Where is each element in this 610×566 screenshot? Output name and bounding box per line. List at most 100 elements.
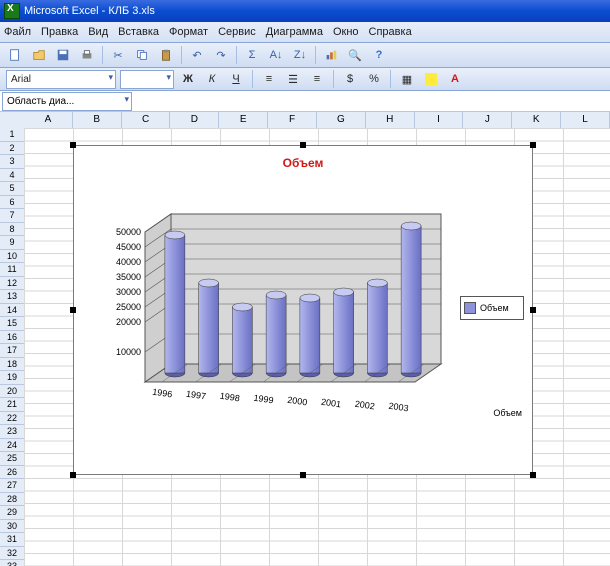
menu-chart[interactable]: Диаграмма xyxy=(266,26,323,38)
open-icon[interactable] xyxy=(28,44,50,66)
align-left-icon[interactable]: ≡ xyxy=(259,69,279,89)
redo-icon[interactable]: ↷ xyxy=(210,44,232,66)
chart-legend[interactable]: Объем xyxy=(460,296,524,320)
menu-view[interactable]: Вид xyxy=(88,26,108,38)
menu-tools[interactable]: Сервис xyxy=(218,26,256,38)
row-header[interactable]: 20 xyxy=(0,385,24,399)
resize-handle[interactable] xyxy=(530,307,536,313)
row-header[interactable]: 12 xyxy=(0,277,24,291)
row-header[interactable]: 17 xyxy=(0,344,24,358)
resize-handle[interactable] xyxy=(530,472,536,478)
bold-button[interactable]: Ж xyxy=(178,69,198,89)
row-header[interactable]: 13 xyxy=(0,290,24,304)
menu-edit[interactable]: Правка xyxy=(41,26,78,38)
row-header[interactable]: 30 xyxy=(0,520,24,534)
font-size-combo[interactable] xyxy=(120,70,174,89)
col-header[interactable]: E xyxy=(219,112,268,128)
row-header[interactable]: 6 xyxy=(0,196,24,210)
row-header[interactable]: 4 xyxy=(0,169,24,183)
row-header[interactable]: 11 xyxy=(0,263,24,277)
col-header[interactable]: B xyxy=(73,112,122,128)
font-combo[interactable]: Arial xyxy=(6,70,116,89)
resize-handle[interactable] xyxy=(70,142,76,148)
align-center-icon[interactable]: ☰ xyxy=(283,69,303,89)
fill-color-icon[interactable] xyxy=(421,69,441,89)
col-header[interactable]: H xyxy=(366,112,415,128)
menu-insert[interactable]: Вставка xyxy=(118,26,159,38)
cut-icon[interactable]: ✂ xyxy=(107,44,129,66)
menu-format[interactable]: Формат xyxy=(169,26,208,38)
row-header[interactable]: 25 xyxy=(0,452,24,466)
paste-icon[interactable] xyxy=(155,44,177,66)
row-header[interactable]: 3 xyxy=(0,155,24,169)
row-header[interactable]: 10 xyxy=(0,250,24,264)
undo-icon[interactable]: ↶ xyxy=(186,44,208,66)
row-header[interactable]: 29 xyxy=(0,506,24,520)
row-header[interactable]: 2 xyxy=(0,142,24,156)
menu-help[interactable]: Справка xyxy=(369,26,412,38)
resize-handle[interactable] xyxy=(70,307,76,313)
row-header[interactable]: 16 xyxy=(0,331,24,345)
svg-text:10000: 10000 xyxy=(116,347,141,357)
row-header[interactable]: 15 xyxy=(0,317,24,331)
row-header[interactable]: 27 xyxy=(0,479,24,493)
borders-icon[interactable]: ▦ xyxy=(397,69,417,89)
row-header[interactable]: 19 xyxy=(0,371,24,385)
font-color-icon[interactable]: A xyxy=(445,69,465,89)
underline-button[interactable]: Ч xyxy=(226,69,246,89)
help-icon[interactable]: ? xyxy=(368,44,390,66)
sort-desc-icon[interactable]: Z↓ xyxy=(289,44,311,66)
sum-icon[interactable]: Σ xyxy=(241,44,263,66)
col-header[interactable]: L xyxy=(561,112,610,128)
italic-button[interactable]: К xyxy=(202,69,222,89)
chart-title[interactable]: Объем xyxy=(74,156,532,170)
column-headers[interactable]: ABCDEFGHIJKL xyxy=(24,112,610,129)
save-icon[interactable] xyxy=(52,44,74,66)
row-header[interactable]: 23 xyxy=(0,425,24,439)
resize-handle[interactable] xyxy=(530,142,536,148)
row-header[interactable]: 9 xyxy=(0,236,24,250)
row-header[interactable]: 26 xyxy=(0,466,24,480)
row-header[interactable]: 32 xyxy=(0,547,24,561)
row-header[interactable]: 8 xyxy=(0,223,24,237)
col-header[interactable]: F xyxy=(268,112,317,128)
row-header[interactable]: 7 xyxy=(0,209,24,223)
copy-icon[interactable] xyxy=(131,44,153,66)
row-header[interactable]: 22 xyxy=(0,412,24,426)
col-header[interactable]: J xyxy=(463,112,512,128)
row-headers[interactable]: 1234567891011121314151617181920212223242… xyxy=(0,128,25,566)
chart-wizard-icon[interactable] xyxy=(320,44,342,66)
align-right-icon[interactable]: ≡ xyxy=(307,69,327,89)
col-header[interactable]: D xyxy=(170,112,219,128)
resize-handle[interactable] xyxy=(300,472,306,478)
row-header[interactable]: 1 xyxy=(0,128,24,142)
currency-icon[interactable]: $ xyxy=(340,69,360,89)
row-header[interactable]: 18 xyxy=(0,358,24,372)
worksheet[interactable]: ABCDEFGHIJKL 123456789101112131415161718… xyxy=(0,112,610,566)
plot-area[interactable]: 1000020000250003000035000400004500050000… xyxy=(90,182,460,452)
row-header[interactable]: 14 xyxy=(0,304,24,318)
col-header[interactable]: C xyxy=(122,112,171,128)
col-header[interactable]: K xyxy=(512,112,561,128)
row-header[interactable]: 5 xyxy=(0,182,24,196)
select-all-corner[interactable] xyxy=(0,112,25,129)
col-header[interactable]: G xyxy=(317,112,366,128)
row-header[interactable]: 24 xyxy=(0,439,24,453)
zoom-icon[interactable]: 🔍 xyxy=(344,44,366,66)
row-header[interactable]: 21 xyxy=(0,398,24,412)
name-box[interactable]: Область диа... xyxy=(2,92,132,111)
col-header[interactable]: I xyxy=(415,112,464,128)
resize-handle[interactable] xyxy=(300,142,306,148)
percent-icon[interactable]: % xyxy=(364,69,384,89)
print-icon[interactable] xyxy=(76,44,98,66)
menu-window[interactable]: Окно xyxy=(333,26,359,38)
menu-file[interactable]: Файл xyxy=(4,26,31,38)
new-icon[interactable] xyxy=(4,44,26,66)
row-header[interactable]: 28 xyxy=(0,493,24,507)
chart-object[interactable]: Объем 1000020000250003000035000400004500… xyxy=(73,145,533,475)
row-header[interactable]: 31 xyxy=(0,533,24,547)
sort-asc-icon[interactable]: A↓ xyxy=(265,44,287,66)
row-header[interactable]: 33 xyxy=(0,560,24,566)
col-header[interactable]: A xyxy=(24,112,73,128)
resize-handle[interactable] xyxy=(70,472,76,478)
